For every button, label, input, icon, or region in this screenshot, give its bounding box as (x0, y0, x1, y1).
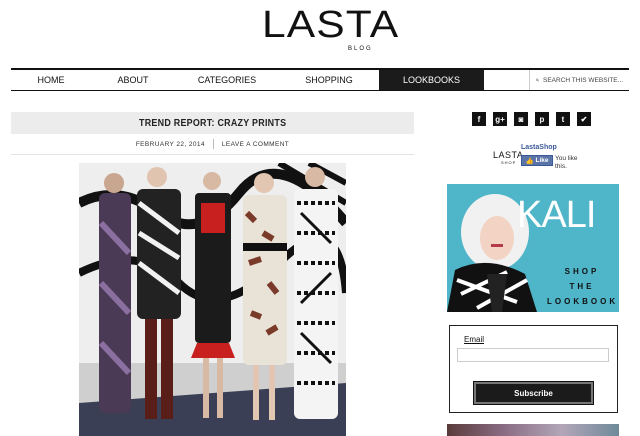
facebook-icon[interactable]: f (472, 112, 486, 126)
ad-cta-line: THE (569, 282, 595, 291)
email-label: Email (464, 335, 485, 344)
fb-likes-text: You like this. (555, 155, 578, 170)
instagram-icon[interactable]: ◙ (514, 112, 528, 126)
nav-search (529, 70, 629, 90)
sidebar-image[interactable] (447, 424, 619, 436)
email-field[interactable] (457, 348, 609, 362)
fb-page-name[interactable]: LastaShop (521, 144, 557, 151)
ad-cta-line: SHOP (564, 267, 600, 276)
nav-item-lookbooks[interactable]: LOOKBOOKS (379, 70, 484, 90)
meta-separator (212, 139, 214, 149)
fb-page-logo-sub: SHOP (501, 160, 517, 165)
nav-item-shopping[interactable]: SHOPPING (279, 70, 379, 90)
search-input[interactable] (543, 76, 629, 84)
main-nav: HOME ABOUT CATEGORIES SHOPPING LOOKBOOKS (11, 68, 629, 91)
nav-item-home[interactable]: HOME (11, 70, 91, 90)
site-logo[interactable]: LASTA BLOG (262, 6, 398, 52)
divider (11, 154, 414, 155)
fb-like-button[interactable]: 👍 Like (521, 155, 553, 166)
subscribe-button[interactable]: Subscribe (473, 381, 594, 405)
fb-page-logo[interactable]: LASTA (493, 150, 523, 160)
social-icons: f g+ ◙ p t ✔ (472, 112, 591, 126)
search-icon[interactable] (536, 76, 539, 84)
post-meta: FEBRUARY 22, 2014 LEAVE A COMMENT (11, 138, 414, 150)
post-image[interactable] (79, 163, 346, 436)
fb-like-label: Like (535, 157, 549, 164)
twitter-icon[interactable]: ✔ (577, 112, 591, 126)
leave-comment-link[interactable]: LEAVE A COMMENT (222, 141, 289, 148)
thumbs-up-icon: 👍 (525, 157, 534, 165)
kali-lookbook-ad[interactable]: KALI SHOP THE LOOKBOOK (447, 184, 619, 312)
ad-cta: SHOP THE LOOKBOOK (547, 264, 617, 309)
post-date: FEBRUARY 22, 2014 (135, 140, 205, 148)
pinterest-icon[interactable]: p (535, 112, 549, 126)
ad-cta-line: LOOKBOOK (547, 297, 619, 306)
facebook-like-widget: LASTA SHOP LastaShop 👍 Like You like thi… (493, 144, 593, 174)
logo-text: LASTA (262, 4, 400, 46)
post-title[interactable]: TREND REPORT: CRAZY PRINTS (139, 117, 286, 129)
nav-item-categories[interactable]: CATEGORIES (175, 70, 279, 90)
google-plus-icon[interactable]: g+ (493, 112, 507, 126)
tumblr-icon[interactable]: t (556, 112, 570, 126)
logo-subtext: BLOG (348, 46, 373, 52)
post-title-bar: TREND REPORT: CRAZY PRINTS (11, 112, 414, 134)
nav-item-about[interactable]: ABOUT (91, 70, 175, 90)
ad-brand: KALI (517, 194, 596, 236)
email-signup-form: Email Subscribe (449, 325, 618, 413)
